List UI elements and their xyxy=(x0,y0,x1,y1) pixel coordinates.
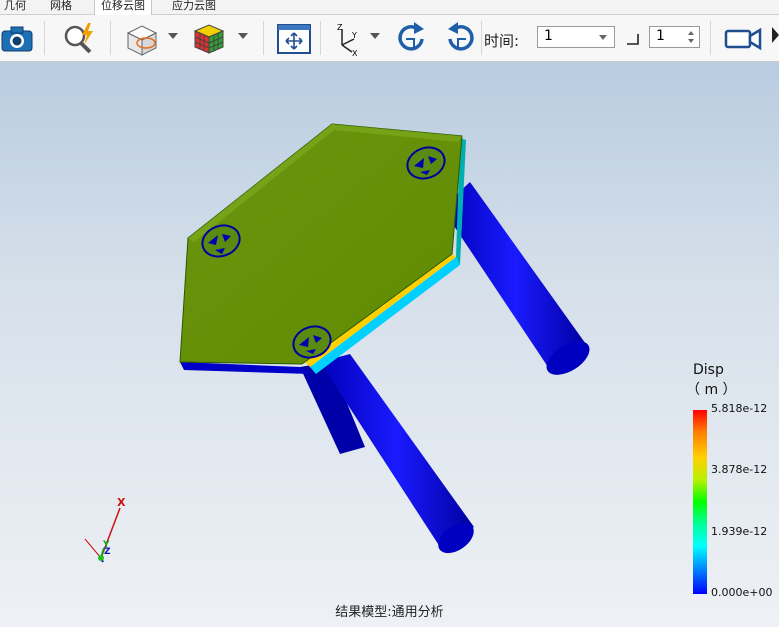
triad-x-label: X xyxy=(117,496,126,509)
svg-text:Z: Z xyxy=(337,23,343,32)
spin-down-icon[interactable] xyxy=(688,39,694,43)
triad-z-label: Z xyxy=(104,547,111,557)
result-model-label: 结果模型:通用分析 xyxy=(335,605,444,620)
step-spinbox-value: 1 xyxy=(656,28,665,44)
svg-text:Y: Y xyxy=(351,31,357,40)
rotate-ccw-icon[interactable] xyxy=(442,19,478,57)
view-cube-icon[interactable] xyxy=(122,19,162,57)
color-cube-icon[interactable] xyxy=(190,19,230,57)
spin-up-icon[interactable] xyxy=(688,31,694,35)
chevron-down-icon xyxy=(599,35,607,40)
toolbar: Z Y X 时间: 1 1 xyxy=(0,15,779,62)
leg-front xyxy=(320,354,474,554)
tab-displacement[interactable]: 位移云图 xyxy=(94,0,152,15)
legend-tick-mid-high: 3.878e-12 xyxy=(711,463,768,476)
svg-text:X: X xyxy=(352,49,358,57)
tab-strip: 几何 网格 位移云图 应力云图 xyxy=(0,0,779,15)
legend-tick-min: 0.000e+00 xyxy=(711,586,773,599)
viewport-3d[interactable]: X Y Z Disp （ m ） 5.818e-12 3.878e-12 1.9… xyxy=(0,62,779,627)
tab-geometry[interactable]: 几何 xyxy=(4,0,26,14)
zoom-flash-icon[interactable] xyxy=(60,19,98,57)
step-spinbox[interactable]: 1 xyxy=(649,26,700,48)
legend-title: Disp xyxy=(693,362,724,378)
tab-mesh[interactable]: 网格 xyxy=(50,0,72,14)
toolbar-overflow-icon[interactable] xyxy=(772,27,779,43)
axes-dropdown-caret[interactable] xyxy=(370,33,380,39)
tab-stress[interactable]: 应力云图 xyxy=(172,0,216,14)
legend-tick-mid-low: 1.939e-12 xyxy=(711,525,768,538)
model-render xyxy=(84,123,590,563)
leg-back-right xyxy=(442,182,590,375)
record-icon[interactable] xyxy=(722,19,766,57)
axis-triad xyxy=(84,507,121,563)
color-dropdown-caret[interactable] xyxy=(238,33,248,39)
time-select[interactable]: 1 xyxy=(537,26,615,48)
time-label: 时间: xyxy=(484,32,520,50)
camera-icon[interactable] xyxy=(0,19,36,57)
time-select-value: 1 xyxy=(544,28,553,44)
rotate-cw-icon[interactable] xyxy=(394,19,430,57)
legend-unit: （ m ） xyxy=(686,382,737,398)
axes-icon[interactable]: Z Y X xyxy=(328,19,362,57)
fit-view-icon[interactable] xyxy=(275,19,313,57)
legend-tick-max: 5.818e-12 xyxy=(711,402,768,415)
view-dropdown-caret[interactable] xyxy=(168,33,178,39)
legend-color-bar xyxy=(693,410,707,594)
step-icon xyxy=(627,34,639,45)
